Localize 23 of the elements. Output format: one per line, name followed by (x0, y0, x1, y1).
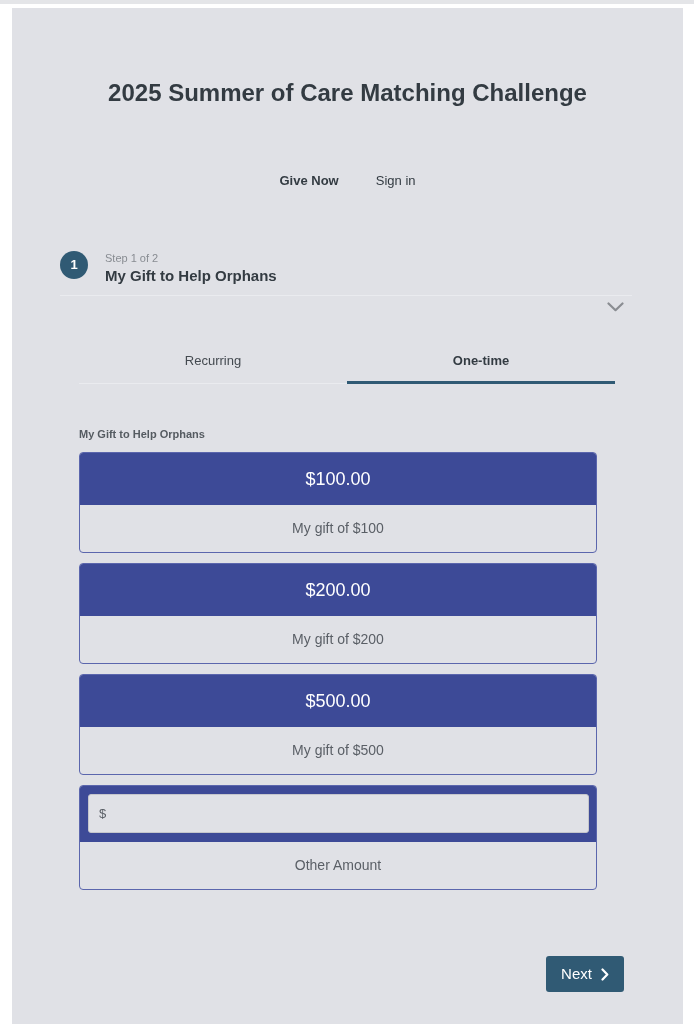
amount-description: My gift of $500 (291, 741, 385, 760)
frequency-tab[interactable]: Recurring (79, 341, 347, 384)
gift-amount-option[interactable]: $100.00 My gift of $100 (79, 452, 597, 553)
amount-value: $500.00 (80, 675, 596, 727)
amount-value: $200.00 (80, 564, 596, 616)
field-label: My Gift to Help Orphans (79, 427, 206, 441)
chevron-down-icon[interactable] (607, 301, 624, 312)
gift-amount-option[interactable]: $200.00 My gift of $200 (79, 563, 597, 664)
nav-link[interactable]: Sign in (375, 171, 416, 191)
step-title: My Gift to Help Orphans (105, 266, 277, 286)
page-title: 2025 Summer of Care Matching Challenge (107, 78, 588, 108)
gift-amount-option[interactable]: $500.00 My gift of $500 (79, 674, 597, 775)
amount-description: Other Amount (293, 856, 383, 875)
nav-link[interactable]: Give Now (279, 171, 339, 191)
amount-input[interactable]: $ (88, 794, 589, 833)
amount-value: $100.00 (80, 453, 596, 505)
chevron-right-icon (600, 967, 609, 981)
step-number: 1 (60, 251, 88, 279)
frequency-tab[interactable]: One-time (347, 341, 615, 384)
next-button[interactable]: Next (546, 956, 624, 992)
amount-description: My gift of $200 (291, 630, 385, 649)
amount-description: My gift of $100 (291, 519, 385, 538)
step-counter: Step 1 of 2 (105, 251, 160, 265)
